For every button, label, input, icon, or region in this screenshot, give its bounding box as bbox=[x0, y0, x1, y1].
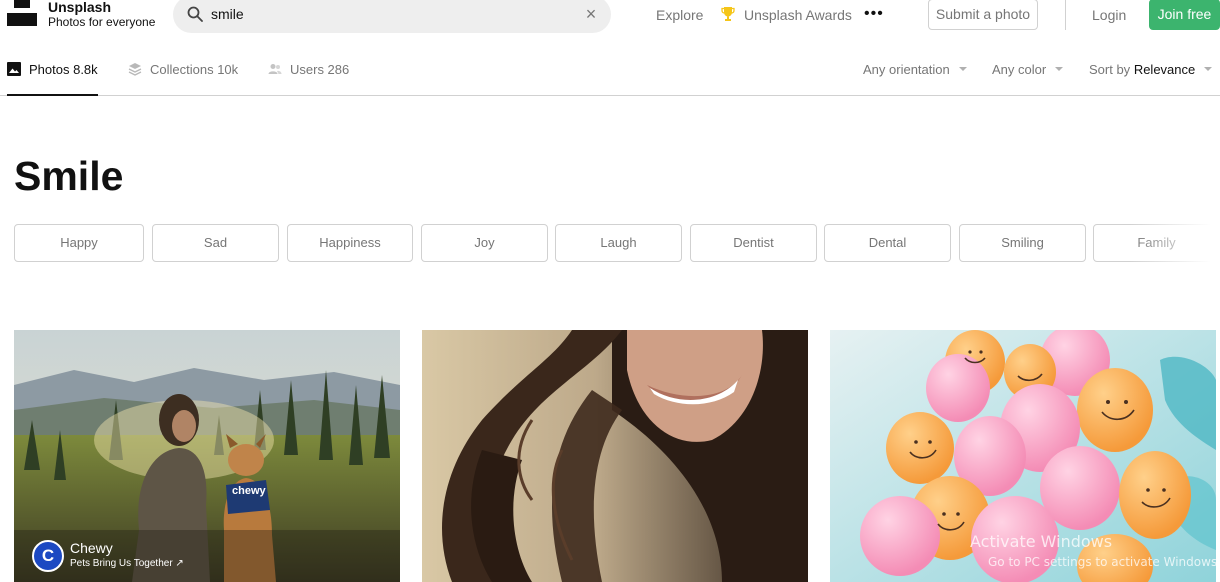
related-searches: Happy Sad Happiness Joy Laugh Dentist De… bbox=[14, 224, 1220, 263]
sort-filter[interactable]: Sort by Relevance bbox=[1089, 62, 1213, 78]
related-chip[interactable]: Dental bbox=[824, 224, 951, 262]
tab-photos[interactable]: Photos 8.8k bbox=[7, 60, 98, 96]
login-link[interactable]: Login bbox=[1092, 7, 1126, 23]
more-menu-icon[interactable]: ••• bbox=[864, 2, 884, 26]
related-chip[interactable]: Dentist bbox=[690, 224, 817, 262]
tab-collections[interactable]: Collections 10k bbox=[128, 60, 240, 96]
sponsor-badge[interactable]: C Chewy Pets Bring Us Together ↗ bbox=[32, 540, 332, 580]
chevron-down-icon bbox=[1204, 66, 1213, 71]
photo-card[interactable] bbox=[422, 330, 808, 582]
clear-search-icon[interactable]: × bbox=[582, 5, 600, 23]
related-chip[interactable]: Happy bbox=[14, 224, 144, 262]
photo-smiling-woman bbox=[422, 330, 808, 582]
tab-users[interactable]: Users 286 bbox=[268, 60, 352, 96]
header-divider bbox=[1065, 0, 1066, 30]
related-chip[interactable]: Laugh bbox=[555, 224, 682, 262]
awards-link[interactable]: Unsplash Awards bbox=[744, 7, 852, 23]
related-chip[interactable]: Smiling bbox=[959, 224, 1086, 262]
brand-name: Unsplash bbox=[48, 0, 112, 15]
trophy-icon bbox=[721, 7, 735, 21]
search-icon[interactable] bbox=[187, 6, 203, 22]
explore-link[interactable]: Explore bbox=[656, 7, 703, 23]
unsplash-logo-icon[interactable] bbox=[7, 0, 37, 28]
related-chip[interactable]: Happiness bbox=[287, 224, 413, 262]
watermark-title: Activate Windows bbox=[970, 532, 1113, 551]
related-chip[interactable]: Joy bbox=[421, 224, 548, 262]
collar-text: chewy bbox=[232, 485, 267, 497]
page-title: Smile bbox=[14, 153, 124, 199]
chevron-down-icon bbox=[958, 66, 967, 71]
brand[interactable]: Unsplash Photos for everyone bbox=[48, 0, 155, 30]
search-bar: × bbox=[173, 0, 611, 33]
sponsor-name: Chewy bbox=[70, 540, 113, 556]
photo-card[interactable]: chewy C Chewy Pets Bring Us Together ↗ bbox=[14, 330, 400, 582]
image-icon bbox=[7, 62, 21, 76]
chevron-down-icon bbox=[1055, 66, 1064, 71]
tab-collections-label: Collections 10k bbox=[150, 62, 239, 77]
sort-prefix: Sort by bbox=[1089, 62, 1131, 77]
orientation-filter-label: Any orientation bbox=[863, 62, 950, 77]
related-chip[interactable]: Sad bbox=[152, 224, 279, 262]
brand-tagline: Photos for everyone bbox=[48, 15, 156, 29]
color-filter[interactable]: Any color bbox=[992, 62, 1064, 78]
users-icon bbox=[268, 64, 282, 74]
top-navbar: Unsplash Photos for everyone × Explore U… bbox=[0, 0, 1220, 33]
join-free-button[interactable]: Join free bbox=[1149, 0, 1220, 30]
windows-activation-watermark: Activate Windows Go to PC settings to ac… bbox=[970, 532, 1220, 570]
tab-photos-label: Photos 8.8k bbox=[29, 62, 98, 77]
chips-fade-overlay bbox=[1130, 224, 1220, 263]
sponsor-avatar: C bbox=[32, 540, 64, 572]
sponsor-tagline: Pets Bring Us Together ↗ bbox=[70, 558, 184, 569]
search-type-tabs: Photos 8.8k Collections 10k Users 286 An… bbox=[0, 50, 1220, 96]
sort-value: Relevance bbox=[1133, 62, 1196, 77]
search-input[interactable] bbox=[211, 3, 571, 25]
stack-icon bbox=[128, 63, 142, 76]
submit-photo-button[interactable]: Submit a photo bbox=[928, 0, 1038, 30]
watermark-subtitle: Go to PC settings to activate Windows. bbox=[988, 555, 1220, 569]
tab-users-label: Users 286 bbox=[290, 62, 350, 77]
orientation-filter[interactable]: Any orientation bbox=[863, 62, 967, 78]
color-filter-label: Any color bbox=[992, 62, 1047, 77]
